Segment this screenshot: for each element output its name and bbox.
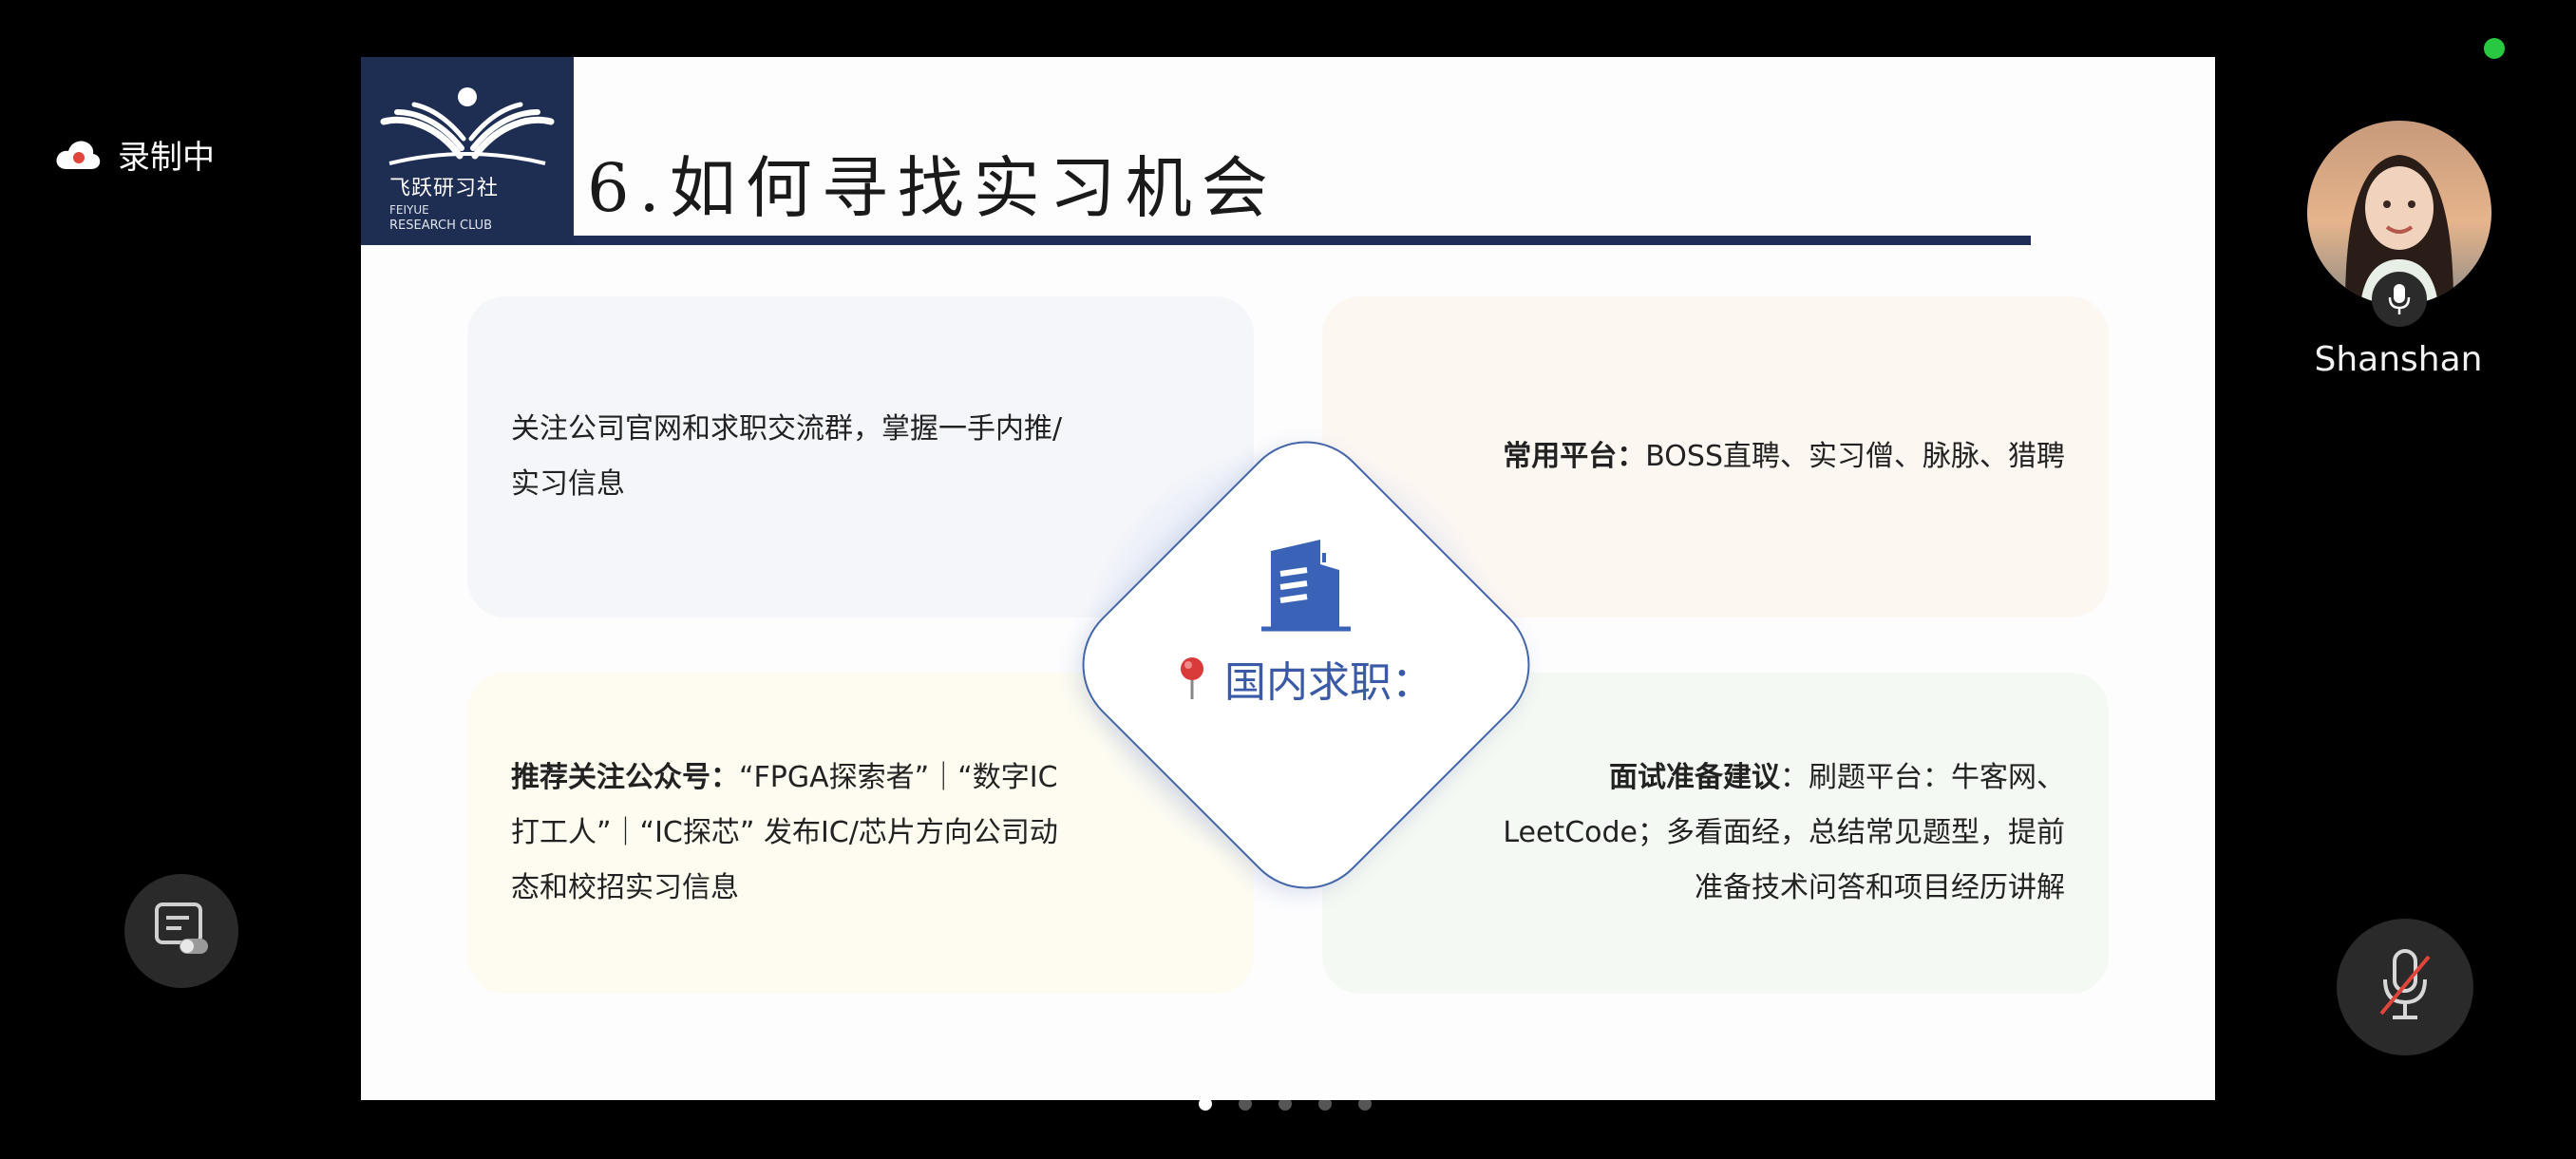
logo-en-line1: FEIYUE bbox=[389, 203, 429, 217]
book-wings-logo-icon bbox=[380, 87, 555, 165]
status-dot bbox=[2484, 38, 2505, 59]
shared-slide: 飞跃研习社 FEIYUE RESEARCH CLUB 6.如何寻找实习机会 关注… bbox=[361, 57, 2215, 1100]
slide-title: 6.如何寻找实习机会 bbox=[587, 149, 1278, 227]
card-text: 关注公司官网和求职交流群，掌握一手内推/实习信息 bbox=[511, 412, 1063, 501]
cloud-icon bbox=[55, 139, 101, 171]
pushpin-icon bbox=[1181, 657, 1203, 699]
card-heading: 面试准备建议 bbox=[1609, 761, 1780, 794]
center-icon-wrap bbox=[1102, 532, 1506, 640]
captions-toggle-icon bbox=[151, 899, 212, 963]
microphone-muted-icon bbox=[2374, 947, 2436, 1027]
club-logo: 飞跃研习社 FEIYUE RESEARCH CLUB bbox=[361, 57, 574, 245]
center-label-text: 国内求职： bbox=[1224, 658, 1433, 707]
center-label: 国内求职： bbox=[1102, 648, 1506, 709]
captions-toggle-button[interactable] bbox=[124, 874, 238, 988]
card-text: BOSS直聘、实习僧、脉脉、猎聘 bbox=[1645, 440, 2065, 473]
participant-name: Shanshan bbox=[2314, 340, 2483, 379]
building-icon bbox=[1261, 540, 1351, 632]
recording-indicator: 录制中 bbox=[55, 131, 215, 178]
microphone-icon bbox=[2372, 272, 2427, 327]
recording-label: 录制中 bbox=[118, 139, 215, 177]
logo-en-line2: RESEARCH CLUB bbox=[389, 218, 493, 233]
mute-toggle-button[interactable] bbox=[2337, 919, 2473, 1055]
card-heading: 推荐关注公众号： bbox=[511, 761, 739, 794]
card-text: ：刷题平台：牛客网、LeetCode；多看面经，总结常见题型，提前准备技术问答和… bbox=[1503, 761, 2065, 904]
logo-zh: 飞跃研习社 bbox=[389, 177, 500, 200]
title-underline bbox=[574, 236, 2031, 245]
card-heading: 常用平台： bbox=[1503, 440, 1646, 473]
